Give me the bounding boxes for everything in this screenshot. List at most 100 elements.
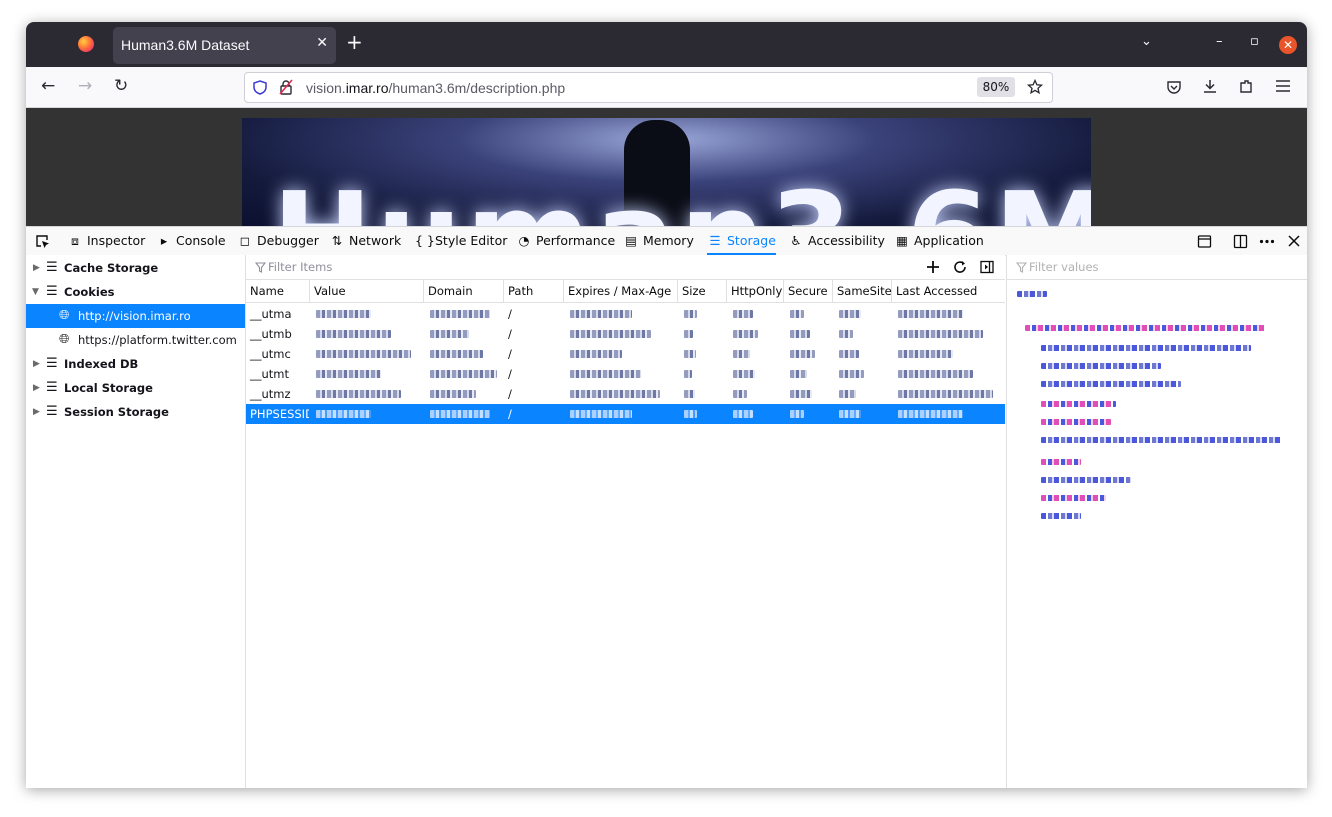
extensions-icon[interactable]	[1238, 78, 1254, 94]
column-header-samesite[interactable]: SameSite	[833, 280, 892, 302]
tab-close-icon[interactable]: ✕	[316, 35, 328, 51]
collapse-arrow-icon[interactable]: ▼	[32, 280, 42, 304]
tab-list-icon[interactable]: ⌄	[1141, 34, 1152, 49]
cell-path[interactable]: /	[508, 384, 558, 404]
redacted-cell-value	[316, 330, 391, 338]
redacted-cell-value	[316, 410, 371, 418]
tree-cookie-platform-twitter[interactable]: 🌐︎ https://platform.twitter.com	[26, 328, 245, 352]
cell-name[interactable]: __utma	[246, 304, 309, 324]
url-bar[interactable]: vision.imar.ro/human3.6m/description.php…	[244, 72, 1053, 103]
tab-memory[interactable]: ▤ Memory	[623, 227, 694, 255]
url-text[interactable]: vision.imar.ro/human3.6m/description.php	[306, 80, 565, 96]
more-options-icon[interactable]	[1259, 239, 1275, 244]
tab-network[interactable]: ⇅ Network	[329, 227, 401, 255]
cell-path[interactable]: /	[508, 304, 558, 324]
filter-items-input[interactable]: Filter Items	[268, 260, 332, 274]
refresh-icon[interactable]	[953, 260, 967, 274]
column-header-domain[interactable]: Domain	[424, 280, 504, 302]
title-bar: Human3.6M Dataset ✕ + ⌄ – ▫ ✕	[26, 22, 1307, 67]
dock-layout-icon[interactable]	[1233, 234, 1248, 249]
cell-path[interactable]: /	[508, 324, 558, 344]
table-row[interactable]: PHPSESSID /	[246, 404, 1005, 424]
close-window-button[interactable]: ✕	[1279, 36, 1297, 54]
tab-inspector-label: Inspector	[87, 233, 146, 248]
column-header-size[interactable]: Size	[678, 280, 727, 302]
storage-icon: ☰	[709, 233, 721, 248]
tab-console[interactable]: ▸ Console	[156, 227, 226, 255]
cell-path[interactable]: /	[508, 344, 558, 364]
tab-performance[interactable]: ◔ Performance	[516, 227, 616, 255]
database-icon: ☰	[46, 404, 58, 419]
pocket-icon[interactable]	[1166, 79, 1182, 95]
tree-indexed-db[interactable]: ▶ ☰ Indexed DB	[26, 352, 245, 376]
tree-cookies[interactable]: ▼ ☰ Cookies	[26, 280, 245, 304]
tab-storage[interactable]: ☰ Storage	[707, 227, 776, 255]
tab-title: Human3.6M Dataset	[121, 37, 250, 53]
downloads-icon[interactable]	[1202, 78, 1218, 94]
close-devtools-icon[interactable]	[1288, 235, 1300, 247]
hamburger-menu-icon[interactable]	[1275, 79, 1291, 93]
expand-arrow-icon[interactable]: ▶	[33, 256, 43, 280]
table-row[interactable]: __utma /	[246, 304, 1005, 324]
column-header-last-accessed[interactable]: Last Accessed	[892, 280, 1005, 302]
tree-session-storage[interactable]: ▶ ☰ Session Storage	[26, 400, 245, 424]
add-item-icon[interactable]	[926, 260, 940, 274]
tab-application[interactable]: ▦ Application	[894, 227, 984, 255]
element-picker-icon[interactable]	[35, 234, 50, 249]
table-row[interactable]: __utmc /	[246, 344, 1005, 364]
cell-path[interactable]: /	[508, 364, 558, 384]
responsive-design-icon[interactable]	[1197, 234, 1212, 249]
tree-cache-storage[interactable]: ▶ ☰ Cache Storage	[26, 256, 245, 280]
column-header-expires[interactable]: Expires / Max-Age	[564, 280, 678, 302]
reload-button[interactable]: ↻	[114, 77, 128, 95]
expand-arrow-icon[interactable]: ▶	[33, 376, 43, 400]
tab-inspector[interactable]: ⧈ Inspector	[67, 227, 145, 255]
column-header-name[interactable]: Name	[246, 280, 310, 302]
filter-bar: Filter Items	[246, 255, 1005, 280]
tree-cookie-vision-imar[interactable]: 🌐︎ http://vision.imar.ro	[26, 304, 245, 328]
tab-accessibility[interactable]: ♿ Accessibility	[788, 227, 885, 255]
zoom-level-badge[interactable]: 80%	[977, 77, 1015, 97]
maximize-button[interactable]: ▫	[1250, 34, 1259, 49]
cell-name[interactable]: __utmz	[246, 384, 309, 404]
cookie-table: Filter Items Name Value Domain Path Expi…	[246, 255, 1005, 788]
redacted-cell-value	[684, 350, 696, 358]
expand-arrow-icon[interactable]: ▶	[33, 400, 43, 424]
insecure-lock-icon[interactable]	[279, 79, 293, 95]
tab-style-editor[interactable]: { }Style Editor	[415, 227, 507, 255]
shield-icon[interactable]	[253, 80, 267, 95]
column-header-label: Name	[250, 284, 284, 298]
column-header-secure[interactable]: Secure	[784, 280, 833, 302]
header-divider	[246, 302, 1005, 303]
cell-name[interactable]: __utmt	[246, 364, 309, 384]
table-row[interactable]: __utmz /	[246, 384, 1005, 404]
filter-values-input[interactable]: Filter values	[1029, 260, 1099, 274]
table-row[interactable]: __utmt /	[246, 364, 1005, 384]
redacted-cell-value	[839, 330, 853, 338]
redacted-value-line	[1041, 419, 1111, 425]
url-path: /human3.6m/description.php	[388, 80, 566, 96]
cell-name[interactable]: PHPSESSID	[246, 404, 309, 424]
cell-name[interactable]: __utmc	[246, 344, 309, 364]
minimize-button[interactable]: –	[1216, 34, 1223, 49]
forward-button[interactable]: →	[78, 77, 92, 95]
column-header-httponly[interactable]: HttpOnly	[727, 280, 784, 302]
tab-debugger[interactable]: ◻ Debugger	[237, 227, 319, 255]
browser-tab[interactable]: Human3.6M Dataset ✕	[113, 27, 336, 64]
database-icon: ☰	[46, 380, 58, 395]
column-header-path[interactable]: Path	[504, 280, 564, 302]
cell-name[interactable]: __utmb	[246, 324, 309, 344]
redacted-value-line	[1041, 459, 1081, 465]
expand-arrow-icon[interactable]: ▶	[33, 352, 43, 376]
tree-local-storage[interactable]: ▶ ☰ Local Storage	[26, 376, 245, 400]
toggle-sidebar-icon[interactable]	[980, 260, 994, 274]
bookmark-star-icon[interactable]	[1027, 79, 1043, 95]
console-icon: ▸	[160, 233, 168, 248]
cookie-name: __utmc	[250, 347, 291, 361]
tree-item-label: Cache Storage	[64, 261, 159, 275]
new-tab-button[interactable]: +	[346, 32, 363, 52]
back-button[interactable]: ←	[41, 77, 55, 95]
table-row[interactable]: __utmb /	[246, 324, 1005, 344]
cell-path[interactable]: /	[508, 404, 558, 424]
column-header-value[interactable]: Value	[310, 280, 424, 302]
